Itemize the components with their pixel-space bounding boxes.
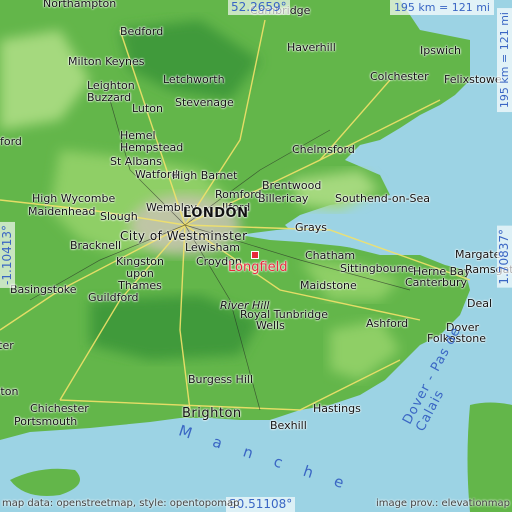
place-st-albans: St Albans xyxy=(110,155,162,168)
place-letchworth: Letchworth xyxy=(163,73,225,86)
place-sittingbourne: Sittingbourne xyxy=(340,262,415,275)
place-high-barnet: High Barnet xyxy=(172,169,238,182)
place-colchester: Colchester xyxy=(370,70,429,83)
scale-bar-top: 195 km = 121 mi xyxy=(389,0,494,15)
place-maidenhead: Maidenhead xyxy=(28,205,96,218)
place-chichester: Chichester xyxy=(30,402,89,415)
place-basingstoke: Basingstoke xyxy=(10,283,77,296)
place-northampton: Northampton xyxy=(43,0,117,10)
place-southend: Southend-on-Sea xyxy=(335,192,431,205)
place-chelmsford: Chelmsford xyxy=(292,143,355,156)
place-bedford: Bedford xyxy=(120,25,164,38)
place-highlight: Longfield xyxy=(228,260,288,275)
lat-top-readout: 52.2659° xyxy=(228,0,290,15)
place-london: LONDON xyxy=(183,206,249,221)
place-southampton: Southampton xyxy=(0,385,19,398)
place-kingston: Kingston upon Thames xyxy=(116,255,164,292)
place-wells: Wells xyxy=(256,319,285,332)
place-deal: Deal xyxy=(467,297,493,310)
place-bracknell: Bracknell xyxy=(70,239,122,252)
place-stevenage: Stevenage xyxy=(175,96,234,109)
place-grays: Grays xyxy=(295,221,328,234)
place-margate: Margate xyxy=(455,248,501,261)
place-leighton-buzzard: Leighton Buzzard xyxy=(87,79,135,104)
place-winchester: Winchester xyxy=(0,339,14,352)
place-hemel: Hemel Hempstead xyxy=(120,129,184,154)
place-maidstone: Maidstone xyxy=(300,279,357,292)
place-portsmouth: Portsmouth xyxy=(14,415,78,428)
map-view[interactable]: Northampton Bedford Cambridge Haverhill … xyxy=(0,0,512,512)
place-slough: Slough xyxy=(100,210,138,223)
place-chatham: Chatham xyxy=(305,249,356,262)
place-ipswich: Ipswich xyxy=(420,44,462,57)
lon-left-readout: -1.10413° xyxy=(0,222,15,288)
lon-right-readout: 1.70837° xyxy=(497,226,512,288)
place-hastings: Hastings xyxy=(313,402,361,415)
place-lewisham: Lewisham xyxy=(185,241,240,254)
attribution-left[interactable]: map data: openstreetmap, style: opentopo… xyxy=(2,498,239,509)
place-canterbury: Canterbury xyxy=(405,276,467,289)
place-guildford: Guildford xyxy=(88,291,139,304)
place-ashford: Ashford xyxy=(366,317,409,330)
place-burgess-hill: Burgess Hill xyxy=(188,373,253,386)
place-brentwood: Brentwood xyxy=(262,179,322,192)
place-milton-keynes: Milton Keynes xyxy=(68,55,145,68)
place-brighton: Brighton xyxy=(182,406,242,421)
place-romford: Romford xyxy=(215,188,262,201)
place-haverhill: Haverhill xyxy=(287,41,336,54)
place-high-wycombe: High Wycombe xyxy=(32,192,116,205)
place-luton: Luton xyxy=(132,102,163,115)
scale-bar-side: 195 km = 121 mi xyxy=(497,8,512,113)
attribution-right[interactable]: image prov.: elevationmap xyxy=(376,498,510,509)
place-felixstowe: Felixstowe xyxy=(444,73,502,86)
highlight-marker xyxy=(251,251,259,259)
place-ford: ford xyxy=(0,135,22,148)
place-billericay: Billericay xyxy=(258,192,309,205)
place-bexhill: Bexhill xyxy=(270,419,307,432)
